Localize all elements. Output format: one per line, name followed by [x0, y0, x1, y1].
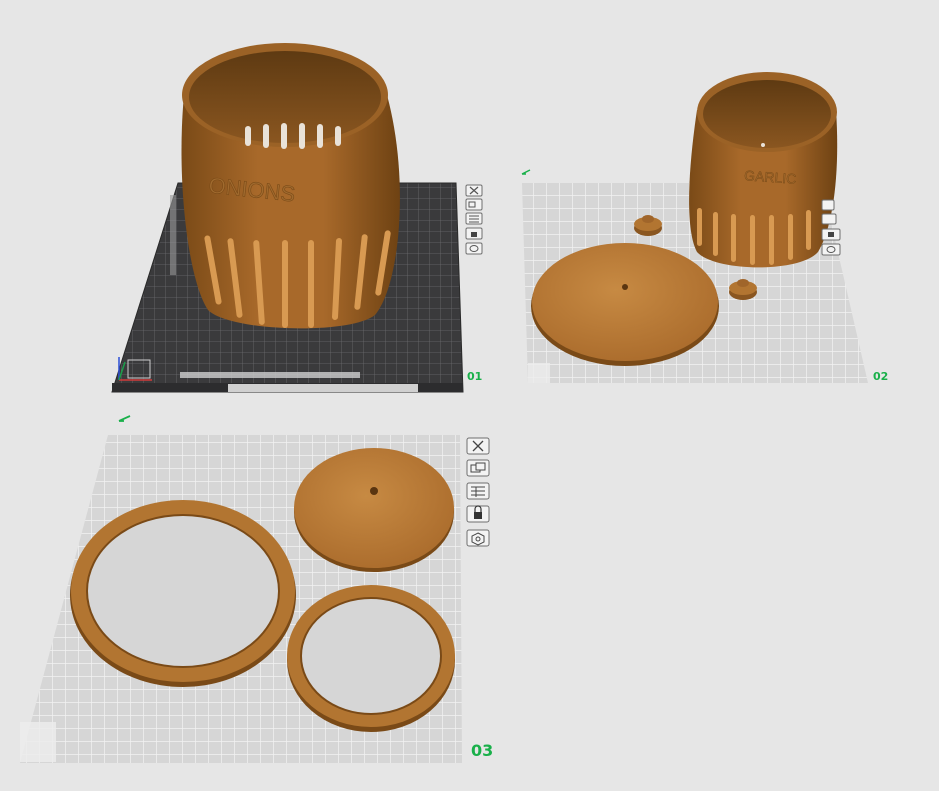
- plate-3-toolbar: [466, 437, 490, 547]
- arrange-plate-icon[interactable]: [465, 198, 483, 211]
- plate-label-strip: [228, 384, 418, 392]
- 3d-viewport[interactable]: ONIONS 01 GARLIC 02 03: [0, 0, 939, 791]
- plate-number-1: 01: [467, 370, 482, 383]
- edit-plate-3-icon[interactable]: [118, 415, 131, 422]
- plate-settings-icon[interactable]: [821, 213, 837, 225]
- edit-plate-2-icon[interactable]: [521, 169, 531, 175]
- model-ring-small[interactable]: [287, 585, 455, 732]
- arrange-plate-icon[interactable]: [821, 199, 835, 211]
- model-garlic-barrel[interactable]: GARLIC: [689, 72, 838, 268]
- model-onions-barrel[interactable]: ONIONS: [181, 43, 400, 329]
- model-lid-disk-2[interactable]: [294, 448, 454, 572]
- plate-number-2: 02: [873, 370, 888, 383]
- slice-plate-icon[interactable]: [466, 529, 490, 547]
- model-lid-disk[interactable]: [531, 243, 719, 366]
- plate-1-toolbar: [465, 184, 483, 255]
- model-ring-large[interactable]: [70, 500, 296, 687]
- slice-plate-icon[interactable]: [465, 242, 483, 255]
- plate-number-3: 03: [471, 741, 493, 760]
- slice-plate-icon[interactable]: [821, 243, 841, 256]
